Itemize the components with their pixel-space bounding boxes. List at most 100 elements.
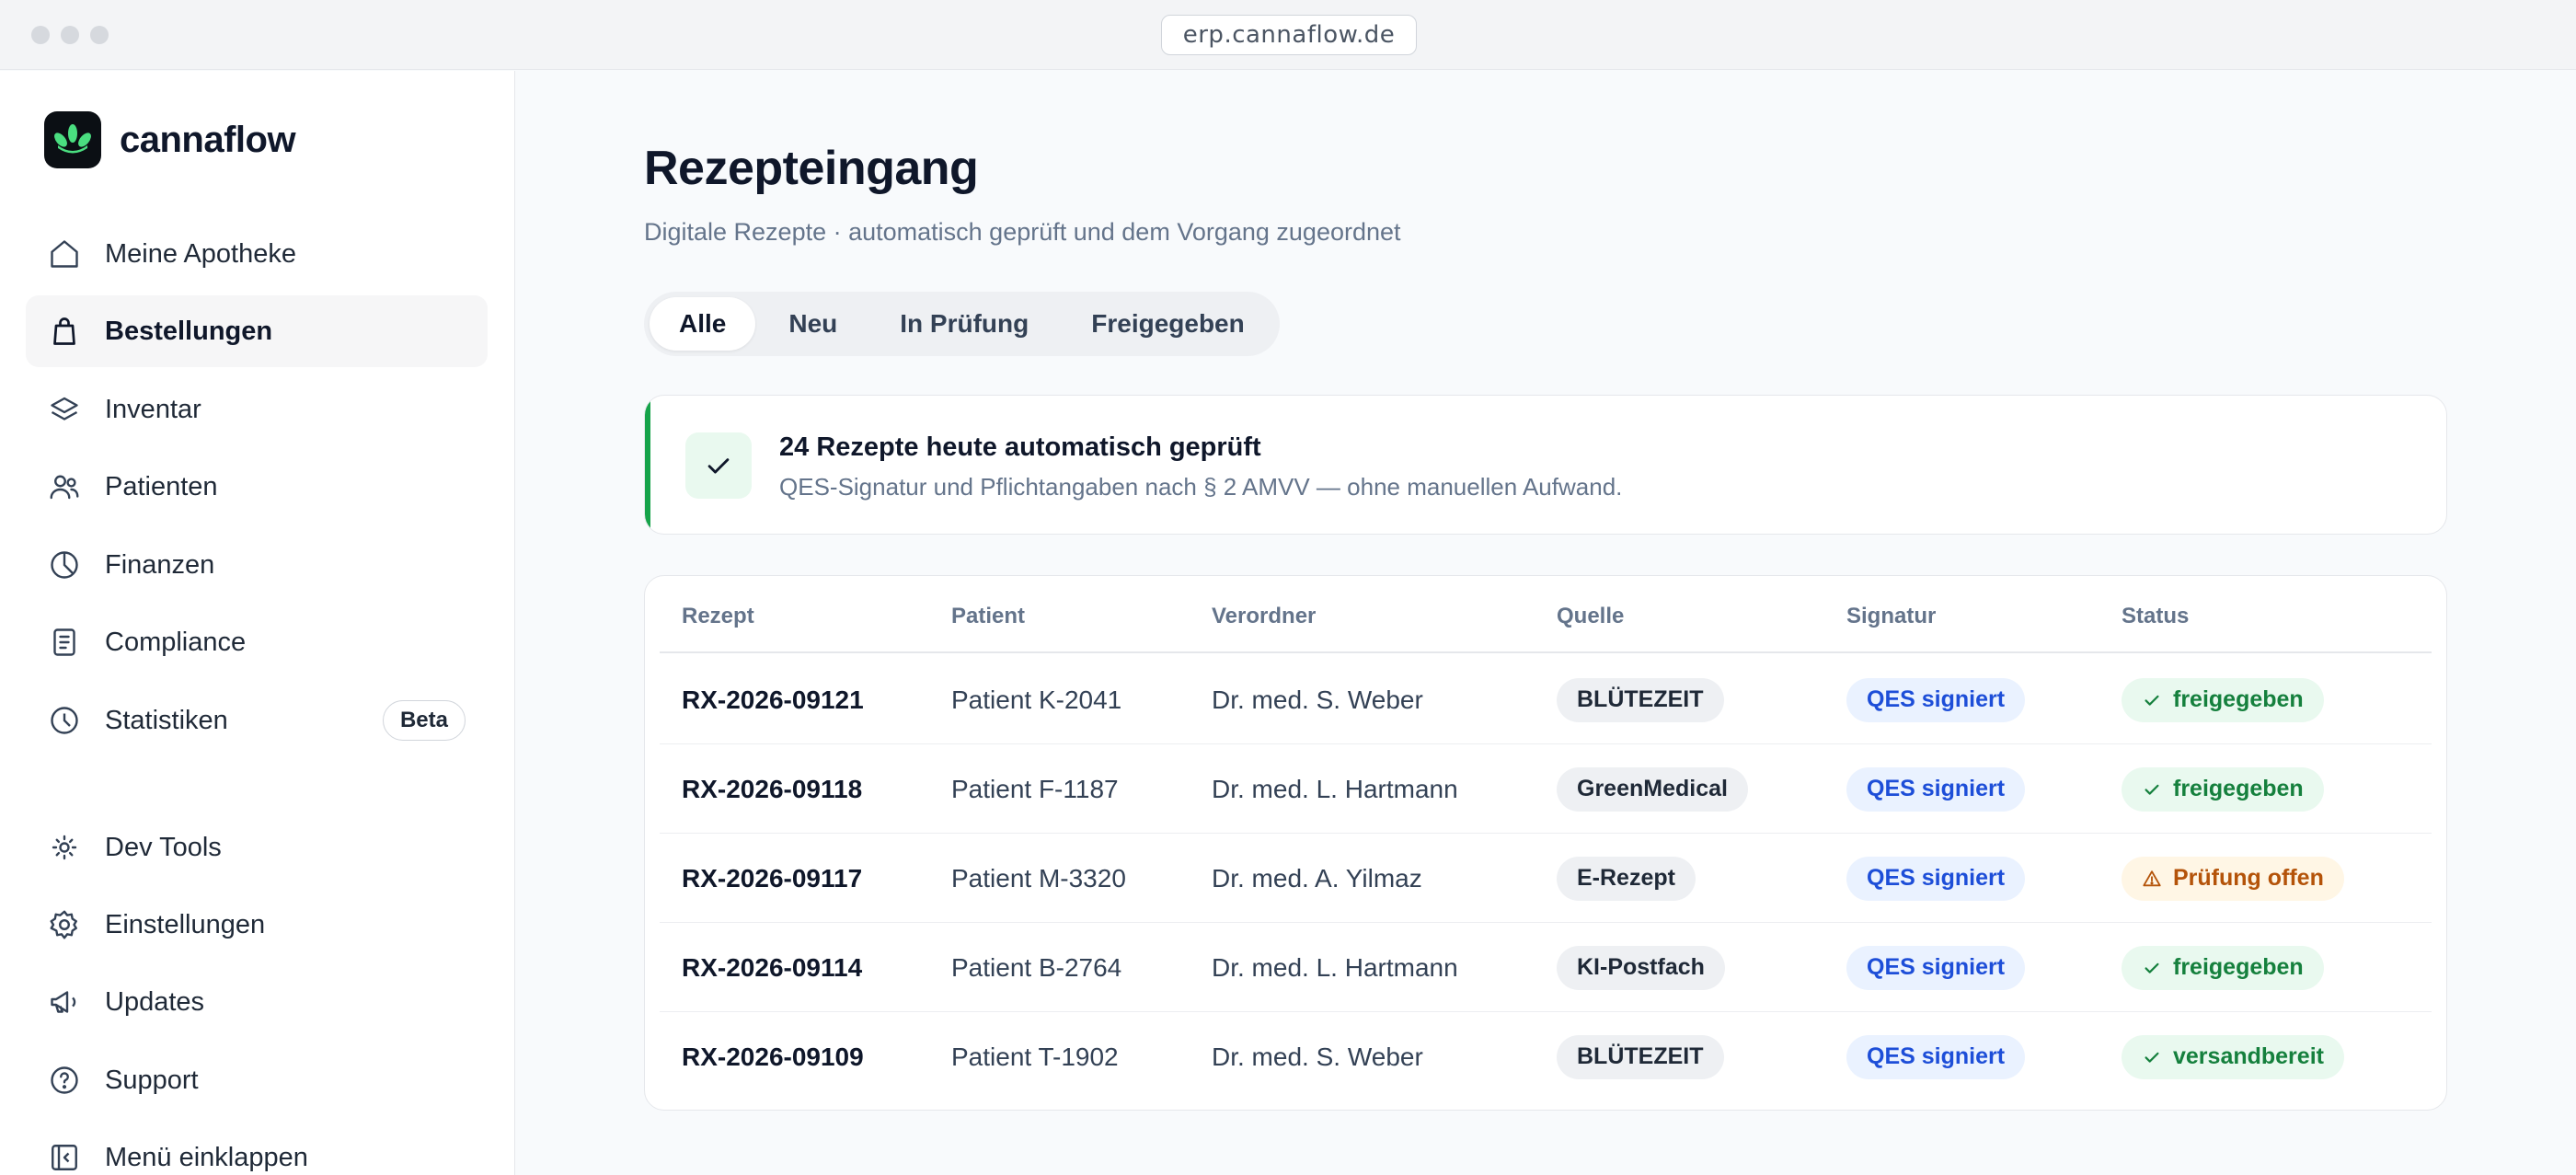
signature-badge: QES signiert bbox=[1846, 945, 2026, 990]
window-controls bbox=[31, 26, 109, 44]
sidebar-item-label: Finanzen bbox=[105, 549, 215, 580]
prescription-id[interactable]: RX-2026-09114 bbox=[682, 923, 862, 1012]
status-label: versandbereit bbox=[2173, 1043, 2324, 1069]
prescriber-name: Dr. med. S. Weber bbox=[1212, 1042, 1423, 1071]
table-row[interactable]: RX-2026-09117 Patient M-3320 Dr. med. A.… bbox=[660, 834, 2432, 923]
table-row[interactable]: RX-2026-09109 Patient T-1902 Dr. med. S.… bbox=[660, 1012, 2432, 1101]
status-label: freigegeben bbox=[2173, 776, 2304, 801]
patient-name: Patient T-1902 bbox=[951, 1042, 1119, 1071]
sidebar-item-label: Meine Apotheke bbox=[105, 238, 296, 269]
sidebar-item-label: Patienten bbox=[105, 471, 218, 501]
collapse-icon bbox=[46, 1139, 83, 1175]
source-badge: E-Rezept bbox=[1557, 856, 1696, 901]
status-label: freigegeben bbox=[2173, 954, 2304, 980]
document-icon bbox=[46, 624, 83, 661]
signature-badge: QES signiert bbox=[1846, 677, 2026, 722]
prescription-id[interactable]: RX-2026-09109 bbox=[682, 1012, 864, 1101]
address-bar[interactable]: erp.cannaflow.de bbox=[1161, 15, 1417, 55]
status-badge: freigegeben bbox=[2122, 766, 2324, 812]
clock-chart-icon bbox=[46, 702, 83, 739]
sidebar-item-dev-tools[interactable]: Dev Tools bbox=[26, 812, 488, 883]
users-icon bbox=[46, 468, 83, 505]
window-maximize-dot[interactable] bbox=[90, 26, 109, 44]
check-icon bbox=[2145, 962, 2159, 973]
sidebar-item-inventar[interactable]: Inventar bbox=[26, 374, 488, 445]
tab-in-pruefung[interactable]: In Prüfung bbox=[870, 297, 1058, 351]
filter-tabs: Alle Neu In Prüfung Freigegeben bbox=[644, 292, 1280, 356]
column-header-status[interactable]: Status bbox=[2122, 604, 2189, 629]
status-badge: freigegeben bbox=[2122, 945, 2324, 990]
status-label: freigegeben bbox=[2173, 686, 2304, 712]
column-header-rezept[interactable]: Rezept bbox=[682, 604, 754, 629]
window-close-dot[interactable] bbox=[31, 26, 50, 44]
pie-chart-icon bbox=[46, 547, 83, 583]
signature-badge: QES signiert bbox=[1846, 1034, 2026, 1079]
banner-accent-bar bbox=[645, 396, 650, 534]
tab-alle[interactable]: Alle bbox=[650, 297, 756, 351]
sidebar-item-label: Dev Tools bbox=[105, 832, 222, 862]
sidebar-item-label: Inventar bbox=[105, 394, 201, 424]
tab-neu[interactable]: Neu bbox=[759, 297, 867, 351]
sidebar-item-updates[interactable]: Updates bbox=[26, 966, 488, 1038]
sidebar-item-label: Updates bbox=[105, 986, 205, 1017]
page-subtitle: Digitale Rezepte · automatisch geprüft u… bbox=[644, 218, 1401, 246]
browser-chrome: erp.cannaflow.de bbox=[0, 0, 2576, 70]
prescriber-name: Dr. med. A. Yilmaz bbox=[1212, 863, 1422, 893]
sidebar-item-label: Statistiken bbox=[105, 705, 228, 735]
brand[interactable]: cannaflow bbox=[44, 111, 296, 168]
main-content: Rezepteingang Digitale Rezepte · automat… bbox=[515, 71, 2576, 1175]
prescriber-name: Dr. med. S. Weber bbox=[1212, 685, 1423, 714]
gear-icon bbox=[46, 906, 83, 943]
status-badge: versandbereit bbox=[2122, 1034, 2344, 1079]
table-header: Rezept Patient Verordner Quelle Signatur… bbox=[660, 576, 2432, 653]
sidebar: cannaflow Meine Apotheke Bestellungen In… bbox=[0, 71, 515, 1175]
sidebar-item-label: Einstellungen bbox=[105, 909, 266, 939]
column-header-quelle[interactable]: Quelle bbox=[1557, 604, 1624, 629]
sidebar-item-support[interactable]: Support bbox=[26, 1044, 488, 1116]
leaf-logo-icon bbox=[44, 111, 101, 168]
prescription-id[interactable]: RX-2026-09121 bbox=[682, 655, 864, 744]
sidebar-item-finanzen[interactable]: Finanzen bbox=[26, 529, 488, 601]
prescriber-name: Dr. med. L. Hartmann bbox=[1212, 774, 1458, 803]
sidebar-item-compliance[interactable]: Compliance bbox=[26, 606, 488, 678]
prescriptions-table: Rezept Patient Verordner Quelle Signatur… bbox=[644, 575, 2447, 1111]
source-badge: BLÜTEZEIT bbox=[1557, 677, 1724, 722]
brand-name: cannaflow bbox=[120, 119, 296, 160]
column-header-verordner[interactable]: Verordner bbox=[1212, 604, 1316, 629]
patient-name: Patient B-2764 bbox=[951, 952, 1122, 982]
prescription-id[interactable]: RX-2026-09118 bbox=[682, 744, 862, 834]
banner-text: QES-Signatur und Pflichtangaben nach § 2… bbox=[779, 473, 1623, 501]
sidebar-item-label: Compliance bbox=[105, 627, 247, 657]
sidebar-item-einstellungen[interactable]: Einstellungen bbox=[26, 889, 488, 961]
table-row[interactable]: RX-2026-09114 Patient B-2764 Dr. med. L.… bbox=[660, 923, 2432, 1012]
check-icon bbox=[2145, 695, 2159, 706]
column-header-signatur[interactable]: Signatur bbox=[1846, 604, 1936, 629]
sidebar-item-bestellungen[interactable]: Bestellungen bbox=[26, 295, 488, 367]
sidebar-item-label: Support bbox=[105, 1065, 199, 1095]
tab-freigegeben[interactable]: Freigegeben bbox=[1062, 297, 1273, 351]
status-badge: Prüfung offen bbox=[2122, 856, 2344, 901]
check-icon bbox=[2145, 1052, 2159, 1063]
source-badge: KI-Postfach bbox=[1557, 945, 1725, 990]
column-header-patient[interactable]: Patient bbox=[951, 604, 1025, 629]
patient-name: Patient F-1187 bbox=[951, 774, 1119, 803]
sidebar-item-label: Bestellungen bbox=[105, 316, 273, 346]
table-row[interactable]: RX-2026-09118 Patient F-1187 Dr. med. L.… bbox=[660, 744, 2432, 834]
dev-tools-icon bbox=[46, 829, 83, 866]
sidebar-collapse-button[interactable]: Menü einklappen bbox=[26, 1122, 488, 1175]
layers-icon bbox=[46, 391, 83, 428]
home-icon bbox=[46, 236, 83, 272]
source-badge: GreenMedical bbox=[1557, 766, 1748, 812]
patient-name: Patient M-3320 bbox=[951, 863, 1126, 893]
beta-badge: Beta bbox=[382, 700, 466, 741]
prescription-id[interactable]: RX-2026-09117 bbox=[682, 834, 862, 923]
window-minimize-dot[interactable] bbox=[61, 26, 79, 44]
banner-title: 24 Rezepte heute automatisch geprüft bbox=[779, 432, 1261, 462]
table-row[interactable]: RX-2026-09121 Patient K-2041 Dr. med. S.… bbox=[660, 655, 2432, 744]
source-badge: BLÜTEZEIT bbox=[1557, 1034, 1724, 1079]
prescriber-name: Dr. med. L. Hartmann bbox=[1212, 952, 1458, 982]
sidebar-item-patienten[interactable]: Patienten bbox=[26, 451, 488, 523]
sidebar-item-meine-apotheke[interactable]: Meine Apotheke bbox=[26, 218, 488, 290]
sidebar-item-statistiken[interactable]: Statistiken Beta bbox=[26, 685, 488, 756]
page-title: Rezepteingang bbox=[644, 142, 979, 195]
